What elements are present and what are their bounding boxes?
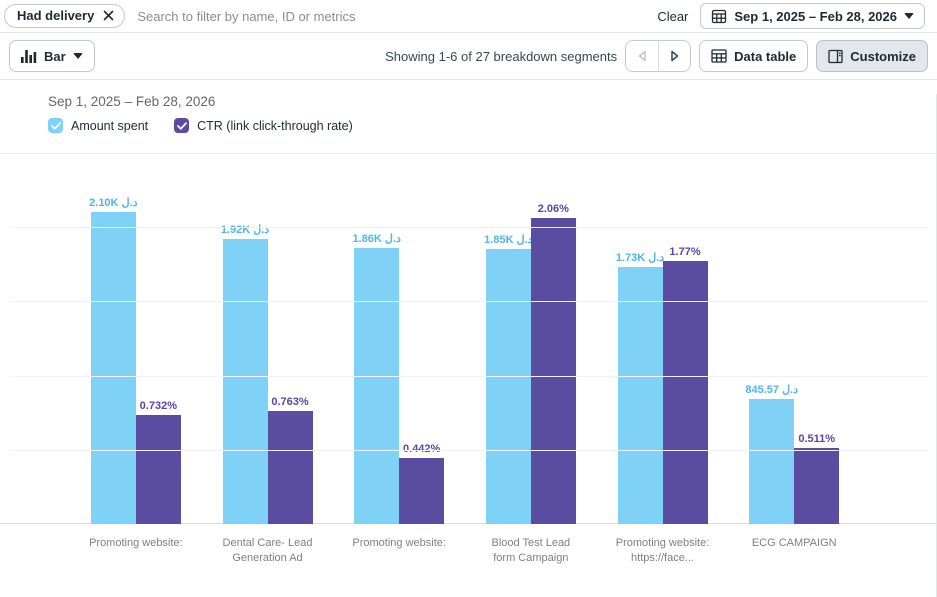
calendar-icon	[711, 8, 727, 24]
filter-bar: Had delivery Clear Sep 1, 2025 – Feb 28,…	[0, 0, 937, 33]
legend-label: CTR (link click-through rate)	[197, 119, 353, 133]
amount-spent-bar[interactable]: 1.85K د.ل	[486, 249, 531, 524]
filter-chip-had-delivery[interactable]: Had delivery	[4, 4, 125, 28]
category-label: Promoting website: https://face...	[597, 536, 729, 567]
legend-label: Amount spent	[71, 119, 148, 133]
bar-chart-icon	[21, 49, 37, 63]
remove-filter-icon[interactable]	[103, 10, 114, 21]
checked-checkbox-icon[interactable]	[48, 118, 63, 133]
chart-toolbar: Bar Showing 1-6 of 27 breakdown segments…	[0, 33, 937, 80]
gridline	[0, 153, 936, 154]
date-range-label: Sep 1, 2025 – Feb 28, 2026	[734, 9, 897, 24]
showing-segments-text: Showing 1-6 of 27 breakdown segments	[385, 49, 617, 64]
table-icon	[711, 49, 727, 63]
previous-page-button[interactable]	[626, 41, 658, 71]
category-label: Promoting website:	[333, 536, 465, 567]
ctr-bar[interactable]: 0.442%	[399, 458, 444, 524]
checked-checkbox-icon[interactable]	[174, 118, 189, 133]
date-range-button[interactable]: Sep 1, 2025 – Feb 28, 2026	[700, 3, 925, 29]
clear-button[interactable]: Clear	[657, 9, 688, 24]
ctr-bar[interactable]: 0.511%	[794, 448, 839, 524]
amount-spent-bar[interactable]: 845.57 د.ل	[749, 399, 794, 524]
gridline	[10, 450, 928, 451]
category-label: Dental Care- Lead Generation Ad	[202, 536, 334, 567]
chart-date-range: Sep 1, 2025 – Feb 28, 2026	[48, 94, 936, 109]
gridline	[10, 376, 928, 377]
amount-spent-bar[interactable]: 1.73K د.ل	[618, 267, 663, 524]
customize-panel-icon	[828, 49, 843, 64]
next-page-button[interactable]	[658, 41, 690, 71]
legend-item-amount-spent[interactable]: Amount spent	[48, 118, 148, 133]
customize-label: Customize	[850, 49, 916, 64]
legend-item-ctr[interactable]: CTR (link click-through rate)	[174, 118, 353, 133]
bar-value-label: 2.06%	[538, 203, 569, 215]
chevron-down-icon	[73, 53, 83, 59]
ctr-bar[interactable]: 0.763%	[268, 411, 313, 524]
category-label: Blood Test Lead form Campaign	[465, 536, 597, 567]
chevron-down-icon	[904, 13, 914, 19]
bar-group: 2.10K د.ل0.732%	[70, 153, 202, 524]
bar-value-label: 1.92K د.ل	[221, 223, 269, 236]
ctr-bar[interactable]: 0.732%	[136, 415, 181, 524]
bar-value-label: 1.77%	[669, 246, 700, 258]
amount-spent-bar[interactable]: 1.92K د.ل	[223, 239, 268, 524]
chart-panel: Sep 1, 2025 – Feb 28, 2026 Amount spent C…	[0, 94, 937, 597]
bar-value-label: 1.73K د.ل	[616, 251, 664, 264]
bar-value-label: 0.732%	[140, 400, 177, 412]
chart-type-button[interactable]: Bar	[9, 40, 95, 72]
bar-value-label: 2.10K د.ل	[89, 196, 137, 209]
data-table-button[interactable]: Data table	[699, 40, 808, 72]
amount-spent-bar[interactable]: 1.86K د.ل	[354, 248, 399, 524]
amount-spent-bar[interactable]: 2.10K د.ل	[91, 212, 136, 524]
bar-group: 845.57 د.ل0.511%	[728, 153, 860, 524]
customize-button[interactable]: Customize	[816, 40, 928, 72]
search-input[interactable]	[137, 9, 645, 24]
bar-value-label: 0.511%	[798, 433, 835, 445]
category-axis-labels: Promoting website:Dental Care- Lead Gene…	[70, 536, 860, 567]
bar-chart-plot: 2.10K د.ل0.732%1.92K د.ل0.763%1.86K د.ل0…	[0, 153, 936, 524]
ctr-bar[interactable]: 2.06%	[531, 218, 576, 524]
gridline	[10, 301, 928, 302]
chart-type-label: Bar	[44, 49, 66, 64]
bar-value-label: 0.763%	[271, 396, 308, 408]
data-table-label: Data table	[734, 49, 796, 64]
gridline	[10, 227, 928, 228]
bar-group: 1.92K د.ل0.763%	[202, 153, 334, 524]
category-label: ECG CAMPAIGN	[728, 536, 860, 567]
bar-value-label: 845.57 د.ل	[745, 383, 798, 396]
bar-value-label: 1.85K د.ل	[484, 233, 532, 246]
chart-legend: Amount spent CTR (link click-through rate…	[48, 118, 936, 133]
bar-value-label: 1.86K د.ل	[352, 232, 400, 245]
bar-group: 1.73K د.ل 1.77%	[597, 153, 729, 524]
bar-group: 1.85K د.ل2.06%	[465, 153, 597, 524]
pagination	[625, 40, 691, 72]
bar-group: 1.86K د.ل0.442%	[333, 153, 465, 524]
filter-chip-label: Had delivery	[17, 8, 94, 23]
category-label: Promoting website:	[70, 536, 202, 567]
